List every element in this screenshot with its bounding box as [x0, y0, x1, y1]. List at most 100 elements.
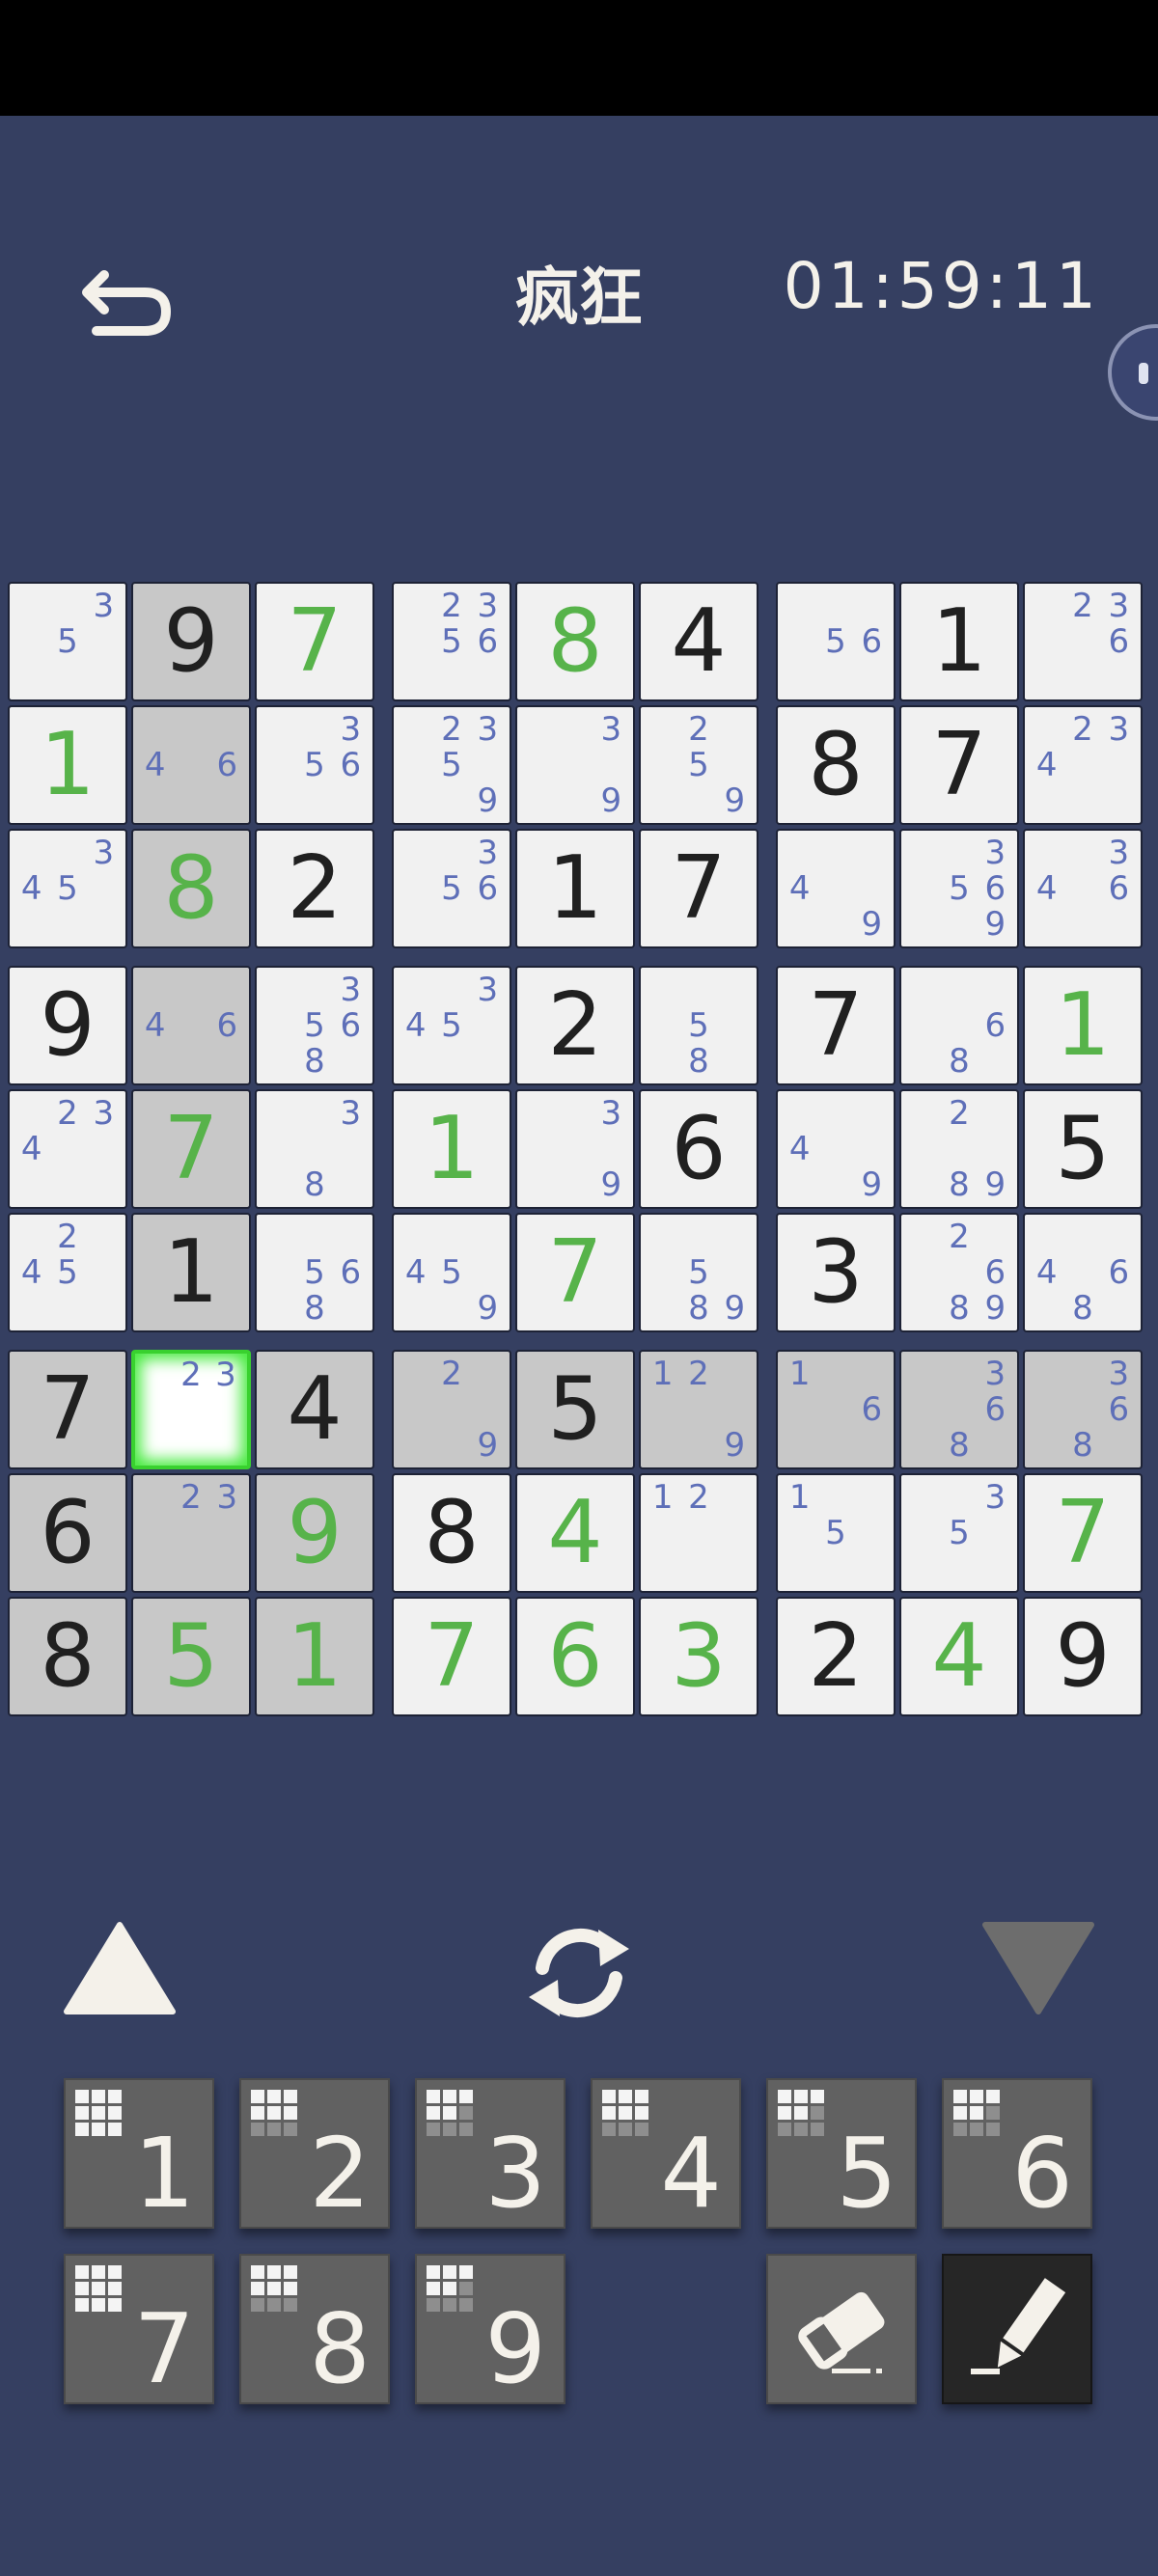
cell-r7c6[interactable]: 129 [639, 1350, 758, 1469]
cell-r7c8[interactable]: 368 [899, 1350, 1019, 1469]
cell-r2c8[interactable]: 7 [899, 705, 1019, 825]
cell-r5c8[interactable]: 2 89 [899, 1089, 1019, 1209]
cell-r6c9[interactable]: 4 68 [1023, 1213, 1143, 1332]
note-digit: 2 [688, 709, 709, 749]
cell-r5c4[interactable]: 1 [392, 1089, 511, 1209]
cell-r1c3[interactable]: 7 [255, 582, 374, 701]
cell-r2c4[interactable]: 2359 [392, 705, 511, 825]
cell-r7c2[interactable]: 23 [131, 1350, 251, 1469]
cell-r4c5[interactable]: 2 [515, 966, 635, 1085]
cell-r8c4[interactable]: 8 [392, 1473, 511, 1593]
cell-r3c6[interactable]: 7 [639, 829, 758, 948]
cell-r3c4[interactable]: 356 [392, 829, 511, 948]
cell-r3c7[interactable]: 49 [776, 829, 896, 948]
number-button-9[interactable]: 9 [415, 2254, 565, 2404]
cell-r8c5[interactable]: 4 [515, 1473, 635, 1593]
number-button-6[interactable]: 6 [942, 2078, 1092, 2229]
note-digit [433, 907, 469, 943]
cell-r6c6[interactable]: 589 [639, 1213, 758, 1332]
cell-r1c5[interactable]: 8 [515, 582, 635, 701]
cell-r3c1[interactable]: 3 45 [8, 829, 127, 948]
cell-r5c5[interactable]: 39 [515, 1089, 635, 1209]
number-button-4[interactable]: 4 [591, 2078, 741, 2229]
cell-r8c9[interactable]: 7 [1023, 1473, 1143, 1593]
cell-r9c4[interactable]: 7 [392, 1597, 511, 1716]
cell-r8c8[interactable]: 35 [899, 1473, 1019, 1593]
cell-r5c3[interactable]: 38 [255, 1089, 374, 1209]
cell-r6c2[interactable]: 1 [131, 1213, 251, 1332]
number-button-2[interactable]: 2 [239, 2078, 390, 2229]
cell-r2c9[interactable]: 23 4 [1023, 705, 1143, 825]
cell-r2c1[interactable]: 1 [8, 705, 127, 825]
cell-r3c5[interactable]: 1 [515, 829, 635, 948]
number-button-8[interactable]: 8 [239, 2254, 390, 2404]
cell-r7c1[interactable]: 7 [8, 1350, 127, 1469]
cell-r3c9[interactable]: 3 4 6 [1023, 829, 1143, 948]
prev-button[interactable] [62, 1920, 178, 2016]
cell-r4c7[interactable]: 7 [776, 966, 896, 1085]
cell-r6c4[interactable]: 459 [392, 1213, 511, 1332]
cell-r6c3[interactable]: 568 [255, 1213, 374, 1332]
cell-r4c1[interactable]: 9 [8, 966, 127, 1085]
cell-r8c6[interactable]: 12 [639, 1473, 758, 1593]
number-button-5[interactable]: 5 [766, 2078, 917, 2229]
cell-r5c2[interactable]: 7 [131, 1089, 251, 1209]
cell-r6c8[interactable]: 2689 [899, 1213, 1019, 1332]
cell-notes: 236 [1029, 588, 1137, 696]
cell-r3c8[interactable]: 3569 [899, 829, 1019, 948]
cell-r1c9[interactable]: 236 [1023, 582, 1143, 701]
cell-r1c7[interactable]: 56 [776, 582, 896, 701]
cell-r4c2[interactable]: 46 [131, 966, 251, 1085]
cell-r1c4[interactable]: 2356 [392, 582, 511, 701]
cell-r4c6[interactable]: 58 [639, 966, 758, 1085]
cell-r1c2[interactable]: 9 [131, 582, 251, 701]
cell-r7c7[interactable]: 16 [776, 1350, 896, 1469]
cell-r9c6[interactable]: 3 [639, 1597, 758, 1716]
cell-r5c7[interactable]: 49 [776, 1089, 896, 1209]
cell-r1c8[interactable]: 1 [899, 582, 1019, 701]
cell-r8c2[interactable]: 23 [131, 1473, 251, 1593]
cell-r9c3[interactable]: 1 [255, 1597, 374, 1716]
cell-r5c6[interactable]: 6 [639, 1089, 758, 1209]
cell-r8c1[interactable]: 6 [8, 1473, 127, 1593]
cell-r1c1[interactable]: 35 [8, 582, 127, 701]
cell-r5c9[interactable]: 5 [1023, 1089, 1143, 1209]
cell-r3c2[interactable]: 8 [131, 829, 251, 948]
cell-r6c7[interactable]: 3 [776, 1213, 896, 1332]
cell-r7c4[interactable]: 29 [392, 1350, 511, 1469]
cell-r9c1[interactable]: 8 [8, 1597, 127, 1716]
cell-r6c5[interactable]: 7 [515, 1213, 635, 1332]
cell-r4c8[interactable]: 68 [899, 966, 1019, 1085]
pencil-button[interactable] [942, 2254, 1092, 2404]
cell-r3c3[interactable]: 2 [255, 829, 374, 948]
cell-r4c4[interactable]: 3 45 [392, 966, 511, 1085]
cell-r2c3[interactable]: 356 [255, 705, 374, 825]
next-button[interactable] [980, 1920, 1096, 2016]
cell-r4c9[interactable]: 1 [1023, 966, 1143, 1085]
cell-r9c7[interactable]: 2 [776, 1597, 896, 1716]
cell-r9c9[interactable]: 9 [1023, 1597, 1143, 1716]
cell-r8c3[interactable]: 9 [255, 1473, 374, 1593]
cell-r2c7[interactable]: 8 [776, 705, 896, 825]
cell-r7c9[interactable]: 368 [1023, 1350, 1143, 1469]
cell-r9c5[interactable]: 6 [515, 1597, 635, 1716]
cell-r8c7[interactable]: 15 [776, 1473, 896, 1593]
cell-r9c8[interactable]: 4 [899, 1597, 1019, 1716]
cell-r2c2[interactable]: 46 [131, 705, 251, 825]
cell-r9c2[interactable]: 5 [131, 1597, 251, 1716]
rotate-button[interactable] [521, 1920, 637, 2026]
cell-r7c3[interactable]: 4 [255, 1350, 374, 1469]
number-button-3[interactable]: 3 [415, 2078, 565, 2229]
cell-r2c5[interactable]: 39 [515, 705, 635, 825]
note-digit: 5 [57, 868, 78, 908]
cell-r2c6[interactable]: 259 [639, 705, 758, 825]
note-digit [717, 1551, 753, 1587]
cell-r1c6[interactable]: 4 [639, 582, 758, 701]
number-button-7[interactable]: 7 [64, 2254, 214, 2404]
cell-r4c3[interactable]: 3568 [255, 966, 374, 1085]
cell-r5c1[interactable]: 23 4 [8, 1089, 127, 1209]
number-button-1[interactable]: 1 [64, 2078, 214, 2229]
cell-r6c1[interactable]: 245 [8, 1213, 127, 1332]
eraser-button[interactable] [766, 2254, 917, 2404]
cell-r7c5[interactable]: 5 [515, 1350, 635, 1469]
